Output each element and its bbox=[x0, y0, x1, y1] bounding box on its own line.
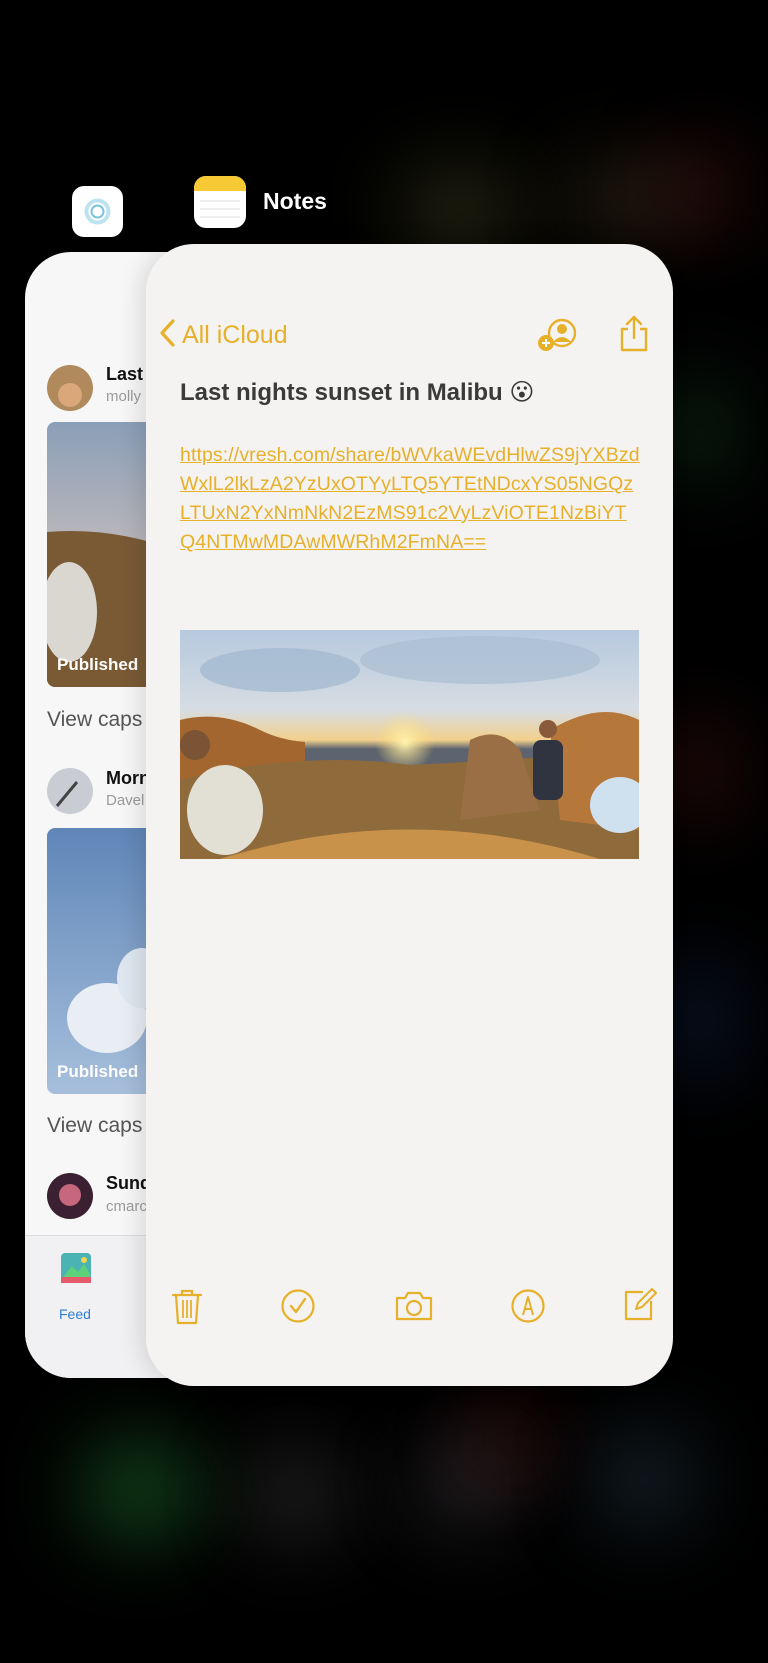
blurred-background bbox=[670, 960, 730, 1080]
post-user: cmarc bbox=[106, 1198, 147, 1215]
view-caption-link[interactable]: View caps bbox=[47, 1114, 142, 1138]
markup-icon[interactable] bbox=[510, 1288, 546, 1329]
post-user: molly bbox=[106, 388, 142, 405]
feed-tab-icon[interactable] bbox=[60, 1252, 92, 1284]
notes-app-card[interactable]: All iCloud Last nights sunset in Malibu … bbox=[146, 244, 673, 1386]
blurred-background bbox=[660, 150, 740, 230]
feed-app-icon[interactable] bbox=[72, 186, 123, 237]
chevron-left-icon bbox=[158, 318, 178, 353]
status-badge: Published bbox=[57, 1062, 139, 1081]
blurred-background bbox=[470, 1410, 550, 1470]
blurred-background bbox=[80, 1440, 200, 1540]
notes-app-icon[interactable] bbox=[194, 176, 246, 228]
checklist-icon[interactable] bbox=[280, 1288, 316, 1329]
avatar bbox=[47, 768, 93, 814]
status-badge: Published bbox=[57, 655, 139, 674]
share-icon[interactable] bbox=[618, 314, 650, 357]
post-title: Sund bbox=[106, 1173, 151, 1193]
blurred-background bbox=[590, 1430, 700, 1530]
view-caption-link[interactable]: View caps bbox=[47, 708, 142, 732]
panorama-image[interactable] bbox=[180, 630, 639, 859]
post-title: Last bbox=[106, 364, 144, 384]
note-title[interactable]: Last nights sunset in Malibu 😮 bbox=[180, 378, 534, 407]
blurred-background bbox=[400, 170, 520, 250]
note-share-link[interactable]: https://vresh.com/share/bWVkaWEvdHlwZS9j… bbox=[180, 441, 640, 557]
post-user: Davel bbox=[106, 792, 145, 809]
notes-app-label: Notes bbox=[263, 188, 327, 214]
back-button[interactable]: All iCloud bbox=[158, 318, 288, 353]
blurred-background bbox=[240, 1450, 350, 1540]
camera-icon[interactable] bbox=[394, 1290, 434, 1327]
trash-icon[interactable] bbox=[170, 1288, 204, 1331]
post-title: Morn bbox=[106, 768, 150, 788]
avatar bbox=[47, 1173, 93, 1219]
blurred-background bbox=[670, 380, 730, 480]
avatar bbox=[47, 365, 93, 411]
compose-icon[interactable] bbox=[623, 1286, 657, 1327]
add-people-icon[interactable] bbox=[537, 318, 579, 357]
tab-feed[interactable]: Feed bbox=[59, 1306, 91, 1322]
blurred-background bbox=[670, 720, 730, 820]
back-button-label: All iCloud bbox=[182, 321, 288, 349]
